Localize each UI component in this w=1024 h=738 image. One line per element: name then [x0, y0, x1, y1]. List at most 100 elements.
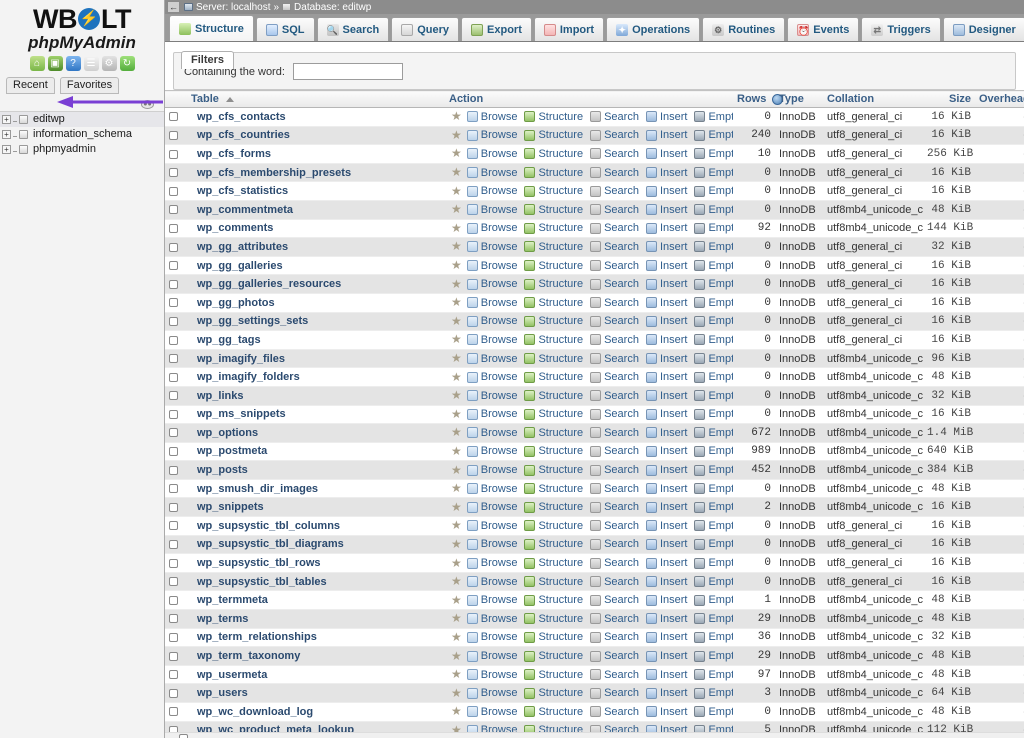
- table-name-cell[interactable]: wp_supsystic_tbl_columns: [187, 517, 445, 536]
- action-insert[interactable]: Insert: [646, 483, 688, 495]
- action-insert[interactable]: Insert: [646, 185, 688, 197]
- action-browse[interactable]: Browse: [467, 464, 518, 476]
- action-browse[interactable]: Browse: [467, 427, 518, 439]
- table-name-link[interactable]: wp_imagify_files: [191, 353, 285, 365]
- row-select-cell[interactable]: [165, 219, 187, 238]
- action-search[interactable]: Search: [590, 315, 639, 327]
- action-structure[interactable]: Structure: [524, 631, 583, 643]
- tab-routines[interactable]: ⚙ Routines: [702, 17, 785, 41]
- table-name-cell[interactable]: wp_terms: [187, 610, 445, 629]
- action-structure[interactable]: Structure: [524, 353, 583, 365]
- table-name-cell[interactable]: wp_supsystic_tbl_rows: [187, 554, 445, 573]
- action-structure[interactable]: Structure: [524, 557, 583, 569]
- action-search[interactable]: Search: [590, 167, 639, 179]
- breadcrumb-database-label[interactable]: Database: editwp: [294, 2, 371, 13]
- action-structure[interactable]: Structure: [524, 594, 583, 606]
- action-empty[interactable]: Empty: [694, 334, 733, 346]
- sidebar-item-phpmyadmin[interactable]: + phpmyadmin: [0, 142, 164, 157]
- action-search[interactable]: Search: [590, 557, 639, 569]
- row-checkbox[interactable]: [169, 577, 178, 586]
- star-icon[interactable]: ★: [451, 651, 462, 662]
- table-name-link[interactable]: wp_gg_attributes: [191, 241, 288, 253]
- row-select-cell[interactable]: [165, 610, 187, 629]
- star-icon[interactable]: ★: [451, 241, 462, 252]
- table-name-link[interactable]: wp_gg_settings_sets: [191, 315, 308, 327]
- row-select-cell[interactable]: [165, 331, 187, 350]
- row-select-cell[interactable]: [165, 572, 187, 591]
- table-name-cell[interactable]: wp_postmeta: [187, 442, 445, 461]
- action-insert[interactable]: Insert: [646, 390, 688, 402]
- table-name-link[interactable]: wp_smush_dir_images: [191, 483, 318, 495]
- action-insert[interactable]: Insert: [646, 445, 688, 457]
- action-empty[interactable]: Empty: [694, 371, 733, 383]
- action-browse[interactable]: Browse: [467, 204, 518, 216]
- table-name-cell[interactable]: wp_term_taxonomy: [187, 647, 445, 666]
- star-icon[interactable]: ★: [451, 223, 462, 234]
- table-name-cell[interactable]: wp_supsystic_tbl_tables: [187, 572, 445, 591]
- table-name-link[interactable]: wp_ms_snippets: [191, 408, 286, 420]
- action-empty[interactable]: Empty: [694, 464, 733, 476]
- action-structure[interactable]: Structure: [524, 464, 583, 476]
- action-insert[interactable]: Insert: [646, 111, 688, 123]
- action-structure[interactable]: Structure: [524, 687, 583, 699]
- table-name-link[interactable]: wp_postmeta: [191, 445, 267, 457]
- table-name-cell[interactable]: wp_wc_download_log: [187, 703, 445, 722]
- action-insert[interactable]: Insert: [646, 408, 688, 420]
- action-insert[interactable]: Insert: [646, 631, 688, 643]
- action-structure[interactable]: Structure: [524, 427, 583, 439]
- header-type[interactable]: Type: [775, 91, 823, 108]
- breadcrumb-server-label[interactable]: Server: localhost: [196, 2, 270, 13]
- table-name-cell[interactable]: wp_term_relationships: [187, 628, 445, 647]
- row-select-cell[interactable]: [165, 628, 187, 647]
- table-name-link[interactable]: wp_usermeta: [191, 669, 267, 681]
- table-name-cell[interactable]: wp_supsystic_tbl_diagrams: [187, 535, 445, 554]
- row-checkbox[interactable]: [169, 298, 178, 307]
- row-select-cell[interactable]: [165, 665, 187, 684]
- row-select-cell[interactable]: [165, 126, 187, 145]
- star-icon[interactable]: ★: [451, 316, 462, 327]
- action-structure[interactable]: Structure: [524, 129, 583, 141]
- star-icon[interactable]: ★: [451, 148, 462, 159]
- action-structure[interactable]: Structure: [524, 297, 583, 309]
- table-name-link[interactable]: wp_cfs_contacts: [191, 111, 286, 123]
- action-insert[interactable]: Insert: [646, 613, 688, 625]
- row-checkbox[interactable]: [169, 112, 178, 121]
- star-icon[interactable]: ★: [451, 465, 462, 476]
- action-insert[interactable]: Insert: [646, 148, 688, 160]
- expand-icon[interactable]: +: [2, 130, 11, 139]
- action-insert[interactable]: Insert: [646, 464, 688, 476]
- star-icon[interactable]: ★: [451, 334, 462, 345]
- action-insert[interactable]: Insert: [646, 594, 688, 606]
- row-checkbox[interactable]: [169, 150, 178, 159]
- tab-structure[interactable]: Structure: [169, 15, 254, 41]
- table-name-link[interactable]: wp_options: [191, 427, 258, 439]
- action-search[interactable]: Search: [590, 408, 639, 420]
- row-select-cell[interactable]: [165, 424, 187, 443]
- expand-icon[interactable]: +: [2, 115, 11, 124]
- action-search[interactable]: Search: [590, 687, 639, 699]
- action-structure[interactable]: Structure: [524, 520, 583, 532]
- action-empty[interactable]: Empty: [694, 390, 733, 402]
- action-search[interactable]: Search: [590, 427, 639, 439]
- action-structure[interactable]: Structure: [524, 204, 583, 216]
- action-search[interactable]: Search: [590, 483, 639, 495]
- action-empty[interactable]: Empty: [694, 483, 733, 495]
- action-insert[interactable]: Insert: [646, 538, 688, 550]
- row-checkbox[interactable]: [169, 224, 178, 233]
- action-empty[interactable]: Empty: [694, 167, 733, 179]
- action-empty[interactable]: Empty: [694, 501, 733, 513]
- row-select-cell[interactable]: [165, 293, 187, 312]
- table-name-cell[interactable]: wp_cfs_forms: [187, 145, 445, 164]
- row-checkbox[interactable]: [169, 354, 178, 363]
- tab-search[interactable]: 🔍 Search: [317, 17, 390, 41]
- action-insert[interactable]: Insert: [646, 557, 688, 569]
- star-icon[interactable]: ★: [451, 390, 462, 401]
- containing-word-input[interactable]: [293, 63, 403, 80]
- table-name-link[interactable]: wp_cfs_membership_presets: [191, 167, 351, 179]
- action-structure[interactable]: Structure: [524, 371, 583, 383]
- select-all-checkbox[interactable]: [179, 734, 188, 738]
- action-empty[interactable]: Empty: [694, 631, 733, 643]
- action-structure[interactable]: Structure: [524, 483, 583, 495]
- star-icon[interactable]: ★: [451, 204, 462, 215]
- action-insert[interactable]: Insert: [646, 427, 688, 439]
